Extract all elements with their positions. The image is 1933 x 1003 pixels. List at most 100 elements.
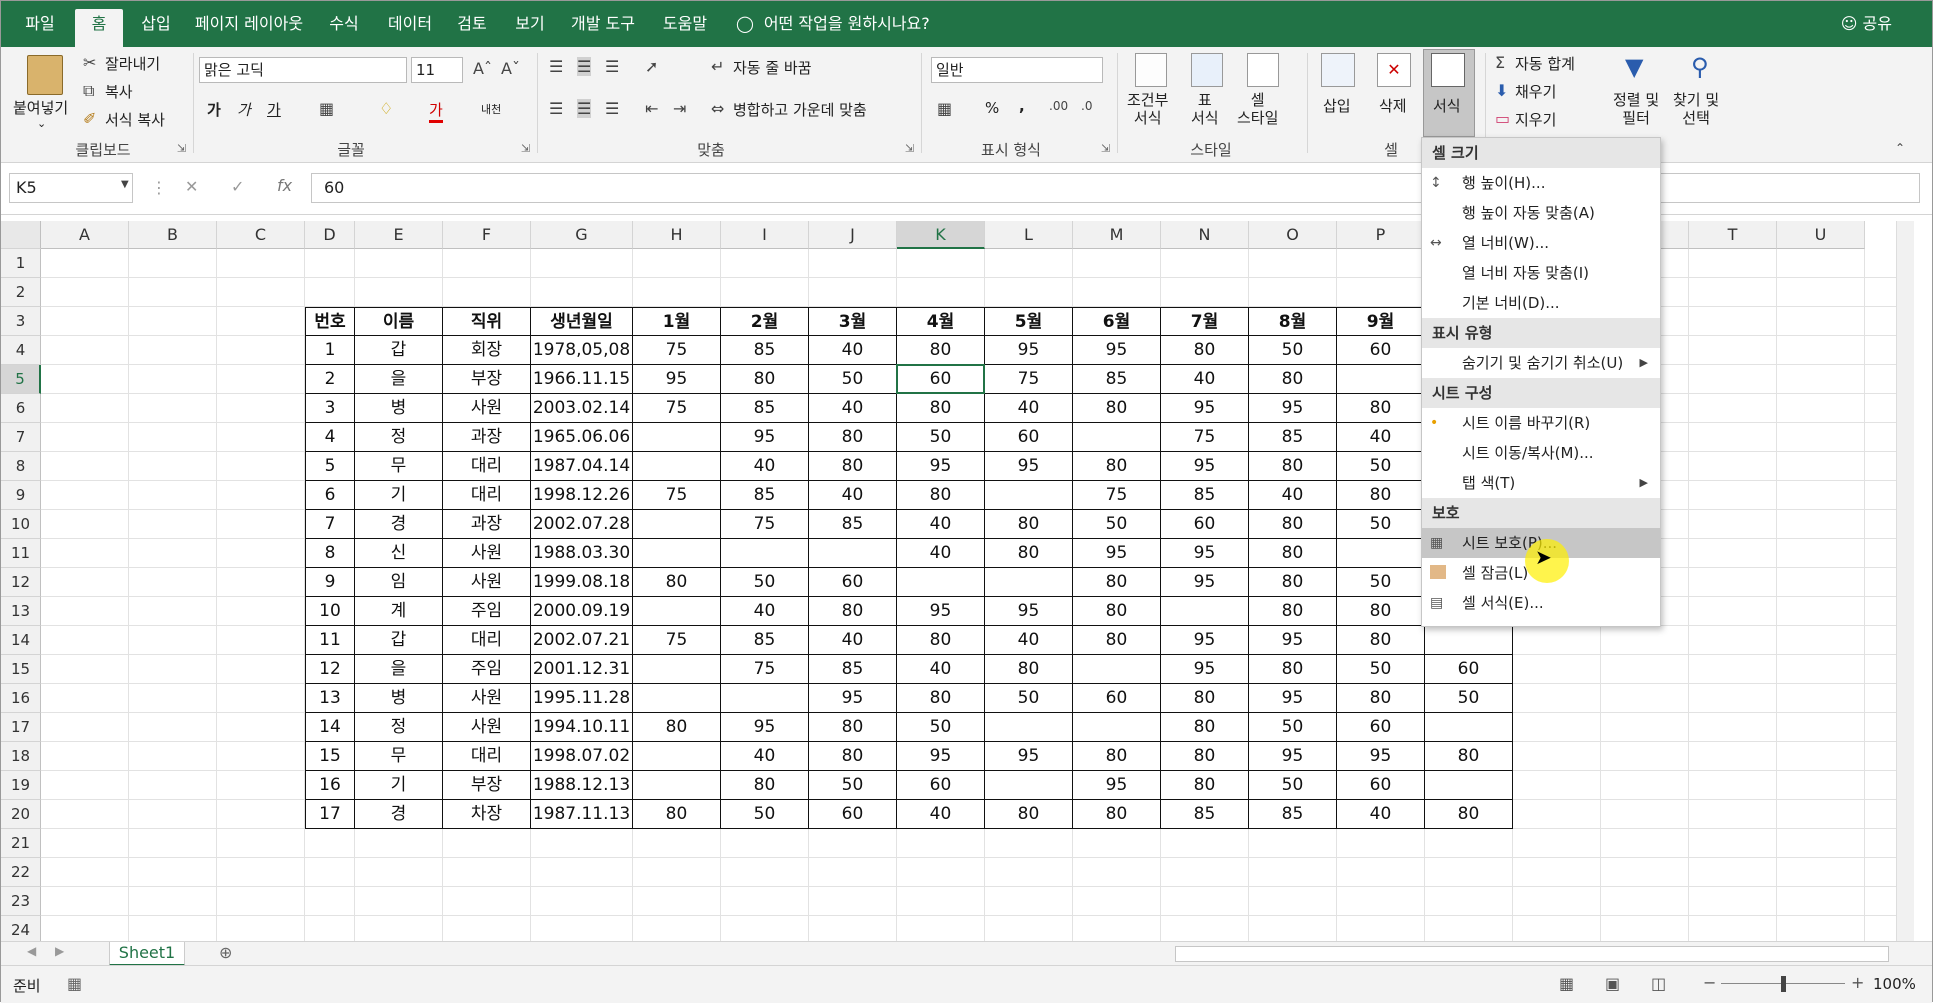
collapse-ribbon-icon[interactable]: ⌃: [1895, 141, 1905, 155]
table-cell[interactable]: 75: [633, 481, 721, 510]
table-cell[interactable]: 사원: [443, 684, 531, 713]
table-cell[interactable]: 60: [1337, 771, 1425, 800]
table-cell[interactable]: 95: [1337, 742, 1425, 771]
table-cell[interactable]: 85: [721, 336, 809, 365]
table-cell[interactable]: 95: [1073, 336, 1161, 365]
row-header[interactable]: 23: [1, 887, 41, 916]
table-cell[interactable]: 회장: [443, 336, 531, 365]
tab-insert[interactable]: 삽입: [131, 9, 181, 47]
table-header-cell[interactable]: 2월: [721, 307, 809, 336]
share-button[interactable]: ☺ 공유: [1841, 9, 1892, 39]
column-header[interactable]: C: [217, 221, 305, 249]
row-header[interactable]: 21: [1, 829, 41, 858]
row-header[interactable]: 20: [1, 800, 41, 829]
table-cell[interactable]: 대리: [443, 452, 531, 481]
table-cell[interactable]: 60: [985, 423, 1073, 452]
tab-developer[interactable]: 개발 도구: [563, 9, 643, 47]
zoom-in-icon[interactable]: +: [1851, 973, 1864, 992]
table-cell[interactable]: 80: [1161, 771, 1249, 800]
table-cell[interactable]: 60: [897, 771, 985, 800]
table-cell[interactable]: 80: [1073, 800, 1161, 829]
table-cell[interactable]: 85: [1249, 800, 1337, 829]
row-header[interactable]: 10: [1, 510, 41, 539]
table-cell[interactable]: 95: [1249, 394, 1337, 423]
table-cell[interactable]: 계: [355, 597, 443, 626]
table-cell[interactable]: 40: [809, 336, 897, 365]
page-break-view-icon[interactable]: ◫: [1651, 974, 1666, 993]
table-cell[interactable]: 60: [1161, 510, 1249, 539]
table-cell[interactable]: [633, 452, 721, 481]
sort-filter-button[interactable]: 정렬 및 필터: [1613, 91, 1659, 127]
horizontal-scrollbar[interactable]: [1175, 946, 1889, 962]
table-cell[interactable]: 85: [1073, 365, 1161, 394]
row-header[interactable]: 1: [1, 249, 41, 278]
table-cell[interactable]: [633, 742, 721, 771]
tab-formulas[interactable]: 수식: [319, 9, 369, 47]
table-cell[interactable]: 병: [355, 394, 443, 423]
table-cell[interactable]: 60: [1337, 713, 1425, 742]
underline-button[interactable]: 가: [267, 99, 281, 120]
table-cell[interactable]: [1073, 655, 1161, 684]
table-cell[interactable]: 80: [1161, 713, 1249, 742]
table-cell[interactable]: [721, 539, 809, 568]
table-cell[interactable]: 6: [305, 481, 355, 510]
table-cell[interactable]: 80: [721, 771, 809, 800]
number-launcher-icon[interactable]: ⇲: [1101, 142, 1110, 155]
table-cell[interactable]: [1425, 626, 1513, 655]
table-cell[interactable]: 40: [985, 626, 1073, 655]
table-cell[interactable]: 95: [985, 452, 1073, 481]
table-cell[interactable]: 1: [305, 336, 355, 365]
table-cell[interactable]: 95: [1161, 394, 1249, 423]
tab-data[interactable]: 데이터: [379, 9, 441, 47]
table-cell[interactable]: [633, 655, 721, 684]
column-header[interactable]: J: [809, 221, 897, 249]
sheet-tab-sheet1[interactable]: Sheet1: [109, 942, 185, 966]
table-cell[interactable]: 40: [809, 394, 897, 423]
font-color-button[interactable]: 가: [429, 99, 443, 123]
table-cell[interactable]: 80: [1073, 742, 1161, 771]
table-cell[interactable]: 부장: [443, 365, 531, 394]
table-cell[interactable]: 3: [305, 394, 355, 423]
align-left-icon[interactable]: ☰: [549, 99, 563, 118]
table-cell[interactable]: [1161, 597, 1249, 626]
table-cell[interactable]: 40: [1249, 481, 1337, 510]
format-cells-button[interactable]: 서식: [1433, 95, 1461, 116]
italic-button[interactable]: 가: [237, 99, 251, 120]
table-cell[interactable]: 1987.11.13: [531, 800, 633, 829]
table-cell[interactable]: 대리: [443, 742, 531, 771]
increase-indent-icon[interactable]: ⇥: [673, 99, 686, 118]
table-cell[interactable]: 40: [985, 394, 1073, 423]
table-header-cell[interactable]: 4월: [897, 307, 985, 336]
table-cell[interactable]: 95: [1161, 655, 1249, 684]
table-cell[interactable]: 12: [305, 655, 355, 684]
row-header[interactable]: 11: [1, 539, 41, 568]
tab-page-layout[interactable]: 페이지 레이아웃: [187, 9, 311, 47]
row-header[interactable]: 14: [1, 626, 41, 655]
table-cell[interactable]: [633, 423, 721, 452]
table-cell[interactable]: 15: [305, 742, 355, 771]
column-header[interactable]: P: [1337, 221, 1425, 249]
table-cell[interactable]: 80: [809, 597, 897, 626]
table-header-cell[interactable]: 생년월일: [531, 307, 633, 336]
table-cell[interactable]: 80: [1161, 742, 1249, 771]
menu-item[interactable]: ▤ 셀 서식(E)...: [1422, 588, 1660, 618]
table-cell[interactable]: 95: [1073, 539, 1161, 568]
table-cell[interactable]: 95: [1161, 568, 1249, 597]
column-header[interactable]: F: [443, 221, 531, 249]
font-launcher-icon[interactable]: ⇲: [521, 142, 530, 155]
table-cell[interactable]: 60: [809, 800, 897, 829]
column-header[interactable]: H: [633, 221, 721, 249]
table-cell[interactable]: 50: [721, 568, 809, 597]
table-cell[interactable]: 80: [1337, 394, 1425, 423]
table-cell[interactable]: 80: [1337, 481, 1425, 510]
table-cell[interactable]: 대리: [443, 481, 531, 510]
menu-item[interactable]: 열 너비 자동 맞춤(I): [1422, 258, 1660, 288]
fill-button[interactable]: 채우기: [1515, 81, 1556, 102]
decrease-indent-icon[interactable]: ⇤: [645, 99, 658, 118]
table-cell[interactable]: 80: [897, 336, 985, 365]
table-header-cell[interactable]: 7월: [1161, 307, 1249, 336]
table-cell[interactable]: 정: [355, 713, 443, 742]
table-cell[interactable]: 9: [305, 568, 355, 597]
table-cell[interactable]: 40: [897, 655, 985, 684]
table-cell[interactable]: 신: [355, 539, 443, 568]
